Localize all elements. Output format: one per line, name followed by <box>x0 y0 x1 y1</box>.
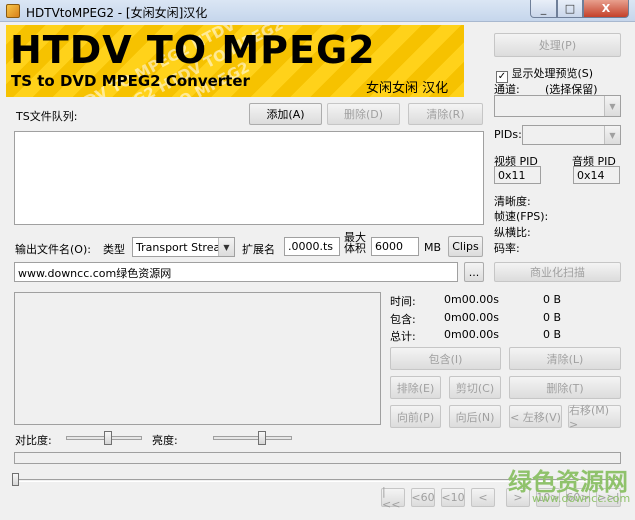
chevron-down-icon: ▼ <box>218 238 234 256</box>
bitrate-label: 码率: <box>494 242 520 255</box>
app-icon <box>6 4 20 18</box>
brightness-slider-thumb[interactable] <box>257 431 266 445</box>
backward-button[interactable]: 向后(N) <box>449 405 501 428</box>
preview-panel <box>14 292 381 425</box>
window-title: HDTVtoMPEG2 - [女闲女闲]汉化 <box>26 6 208 20</box>
maximize-button[interactable]: □ <box>557 0 583 18</box>
maxsize-input[interactable]: 6000 <box>371 237 419 256</box>
maxsize-label: 最大 体积 <box>344 231 366 255</box>
include-button[interactable]: 包含(I) <box>390 347 501 370</box>
timeline-thumb[interactable] <box>12 473 19 486</box>
time-label: 时间: <box>390 295 416 308</box>
total-size: 0 B <box>543 328 562 341</box>
contrast-slider-thumb[interactable] <box>103 431 112 445</box>
nav-back60-button[interactable]: <60 <box>411 488 435 507</box>
channel-select[interactable]: ▼ <box>494 95 621 117</box>
aspect-label: 纵横比: <box>494 226 531 239</box>
chevron-down-icon: ▼ <box>604 96 620 116</box>
queue-label: TS文件队列: <box>16 110 78 123</box>
add-button[interactable]: 添加(A) <box>249 103 322 125</box>
type-value: Transport Stream <box>136 241 231 254</box>
brightness-label: 亮度: <box>152 434 178 447</box>
exclude-button[interactable]: 排除(E) <box>390 376 441 399</box>
banner-title: HTDV TO MPEG2 <box>10 28 376 72</box>
title-bar[interactable]: HDTVtoMPEG2 - [女闲女闲]汉化 _ □ X <box>0 0 635 22</box>
unit-label: MB <box>424 241 442 254</box>
banner-subtitle: TS to DVD MPEG2 Converter <box>11 72 250 90</box>
banner-logo: HTDV TO MPEG2 HTDV TO MPEG2 HTDV TO MPEG… <box>6 25 464 97</box>
cut-button[interactable]: 剪切(C) <box>449 376 501 399</box>
extension-input[interactable]: .0000.ts <box>284 237 340 256</box>
include-value: 0m00.00s <box>444 311 499 324</box>
site-watermark-url: www.downcc.com <box>532 492 631 505</box>
delete-mark-button[interactable]: 删除(T) <box>509 376 621 399</box>
brightness-slider[interactable] <box>213 436 292 440</box>
framerate-label: 帧速(FPS): <box>494 210 549 223</box>
nav-back1-button[interactable]: < <box>471 488 495 507</box>
banner-localizer: 女闲女闲 汉化 <box>366 81 449 96</box>
include-label: 包含: <box>390 313 416 326</box>
type-select[interactable]: Transport Stream ▼ <box>132 237 235 257</box>
process-button[interactable]: 处理(P) <box>494 33 621 57</box>
move-right-button[interactable]: 右移(M) > <box>568 404 621 431</box>
extension-label: 扩展名 <box>242 243 275 256</box>
audio-pid-field: 0x14 <box>573 166 620 184</box>
pids-select[interactable]: ▼ <box>522 125 621 145</box>
commercial-scan-button[interactable]: 商业化扫描 <box>494 262 621 282</box>
close-button[interactable]: X <box>583 0 629 18</box>
include-size: 0 B <box>543 311 562 324</box>
total-label: 总计: <box>390 330 416 343</box>
delete-button[interactable]: 删除(D) <box>327 103 400 125</box>
minimize-button[interactable]: _ <box>530 0 557 18</box>
contrast-label: 对比度: <box>15 434 52 447</box>
clear-button[interactable]: 清除(R) <box>408 103 483 125</box>
nav-back10-button[interactable]: <10 <box>441 488 465 507</box>
move-left-button[interactable]: < 左移(V) <box>509 405 562 428</box>
clarity-label: 清晰度: <box>494 195 531 208</box>
forward-button[interactable]: 向前(P) <box>390 405 441 428</box>
show-preview-label: 显示处理预览(S) <box>511 67 594 80</box>
output-path-input[interactable]: www.downcc.com绿色资源网 <box>14 262 458 282</box>
browse-button[interactable]: ... <box>464 262 484 282</box>
clips-button[interactable]: Clips <box>448 236 483 257</box>
output-filename-label: 输出文件名(O): <box>15 243 91 256</box>
chevron-down-icon: ▼ <box>604 126 620 144</box>
pids-label: PIDs: <box>494 128 522 141</box>
video-pid-field: 0x11 <box>494 166 541 184</box>
ts-file-queue-list[interactable] <box>14 131 484 225</box>
time-value: 0m00.00s <box>444 293 499 306</box>
clear-marks-button[interactable]: 清除(L) <box>509 347 621 370</box>
type-label: 类型 <box>103 243 125 256</box>
nav-first-button[interactable]: |<< <box>381 485 405 511</box>
time-size: 0 B <box>543 293 562 306</box>
total-value: 0m00.00s <box>444 328 499 341</box>
